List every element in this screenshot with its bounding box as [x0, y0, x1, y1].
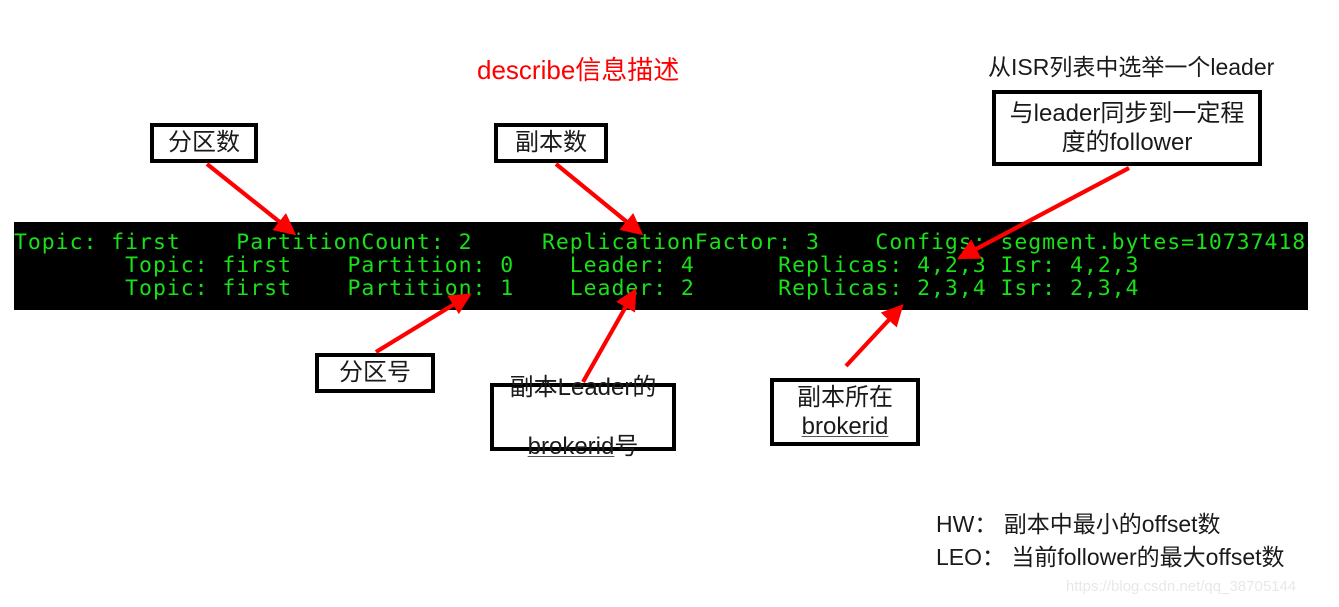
hw-leo-legend: HW： 副本中最小的offset数 LEO： 当前follower的最大offs…: [936, 508, 1285, 573]
terminal-output: Topic: first PartitionCount: 2 Replicati…: [14, 222, 1308, 310]
callout-leader-brokerid: 副本Leader的 brokerid号: [490, 374, 676, 460]
watermark: https://blog.csdn.net/qq_38705144: [1066, 578, 1297, 595]
callout-isr-follower: 与leader同步到一定程 度的follower: [992, 90, 1262, 166]
arrow-replica-count: [554, 162, 644, 236]
callout-leader-brokerid-suffix: 号: [614, 432, 639, 460]
diagram-title: describe信息描述: [477, 55, 680, 85]
spellcheck-word-brokerid: brokerid: [527, 432, 615, 460]
callout-replica-count: 副本数: [494, 123, 608, 163]
arrow-partition-count: [205, 162, 297, 236]
callout-partition-id: 分区号: [315, 353, 435, 393]
callout-leader-brokerid-line1: 副本Leader的: [509, 374, 657, 402]
terminal-line-partition-0: Topic: first Partition: 0 Leader: 4 Repl…: [14, 253, 1140, 278]
callout-partition-count: 分区数: [150, 123, 258, 163]
terminal-line-topic-summary: Topic: first PartitionCount: 2 Replicati…: [14, 230, 1308, 255]
legend-hw: HW： 副本中最小的offset数: [936, 511, 1221, 537]
arrow-replica-brokerid: [844, 304, 904, 368]
legend-leo: LEO： 当前follower的最大offset数: [936, 543, 1285, 570]
spellcheck-word-brokerid-2: brokerid: [801, 413, 889, 440]
callout-replica-brokerid: 副本所在 brokerid: [770, 378, 920, 446]
terminal-line-partition-1: Topic: first Partition: 1 Leader: 2 Repl…: [14, 276, 1140, 301]
callout-leader-brokerid-line2: brokerid号: [528, 402, 639, 461]
callout-replica-brokerid-line1: 副本所在: [797, 383, 893, 411]
isr-election-label: 从ISR列表中选举一个leader: [988, 54, 1275, 80]
diagram-canvas: describe信息描述 从ISR列表中选举一个leader 分区数 副本数 与…: [0, 0, 1339, 607]
